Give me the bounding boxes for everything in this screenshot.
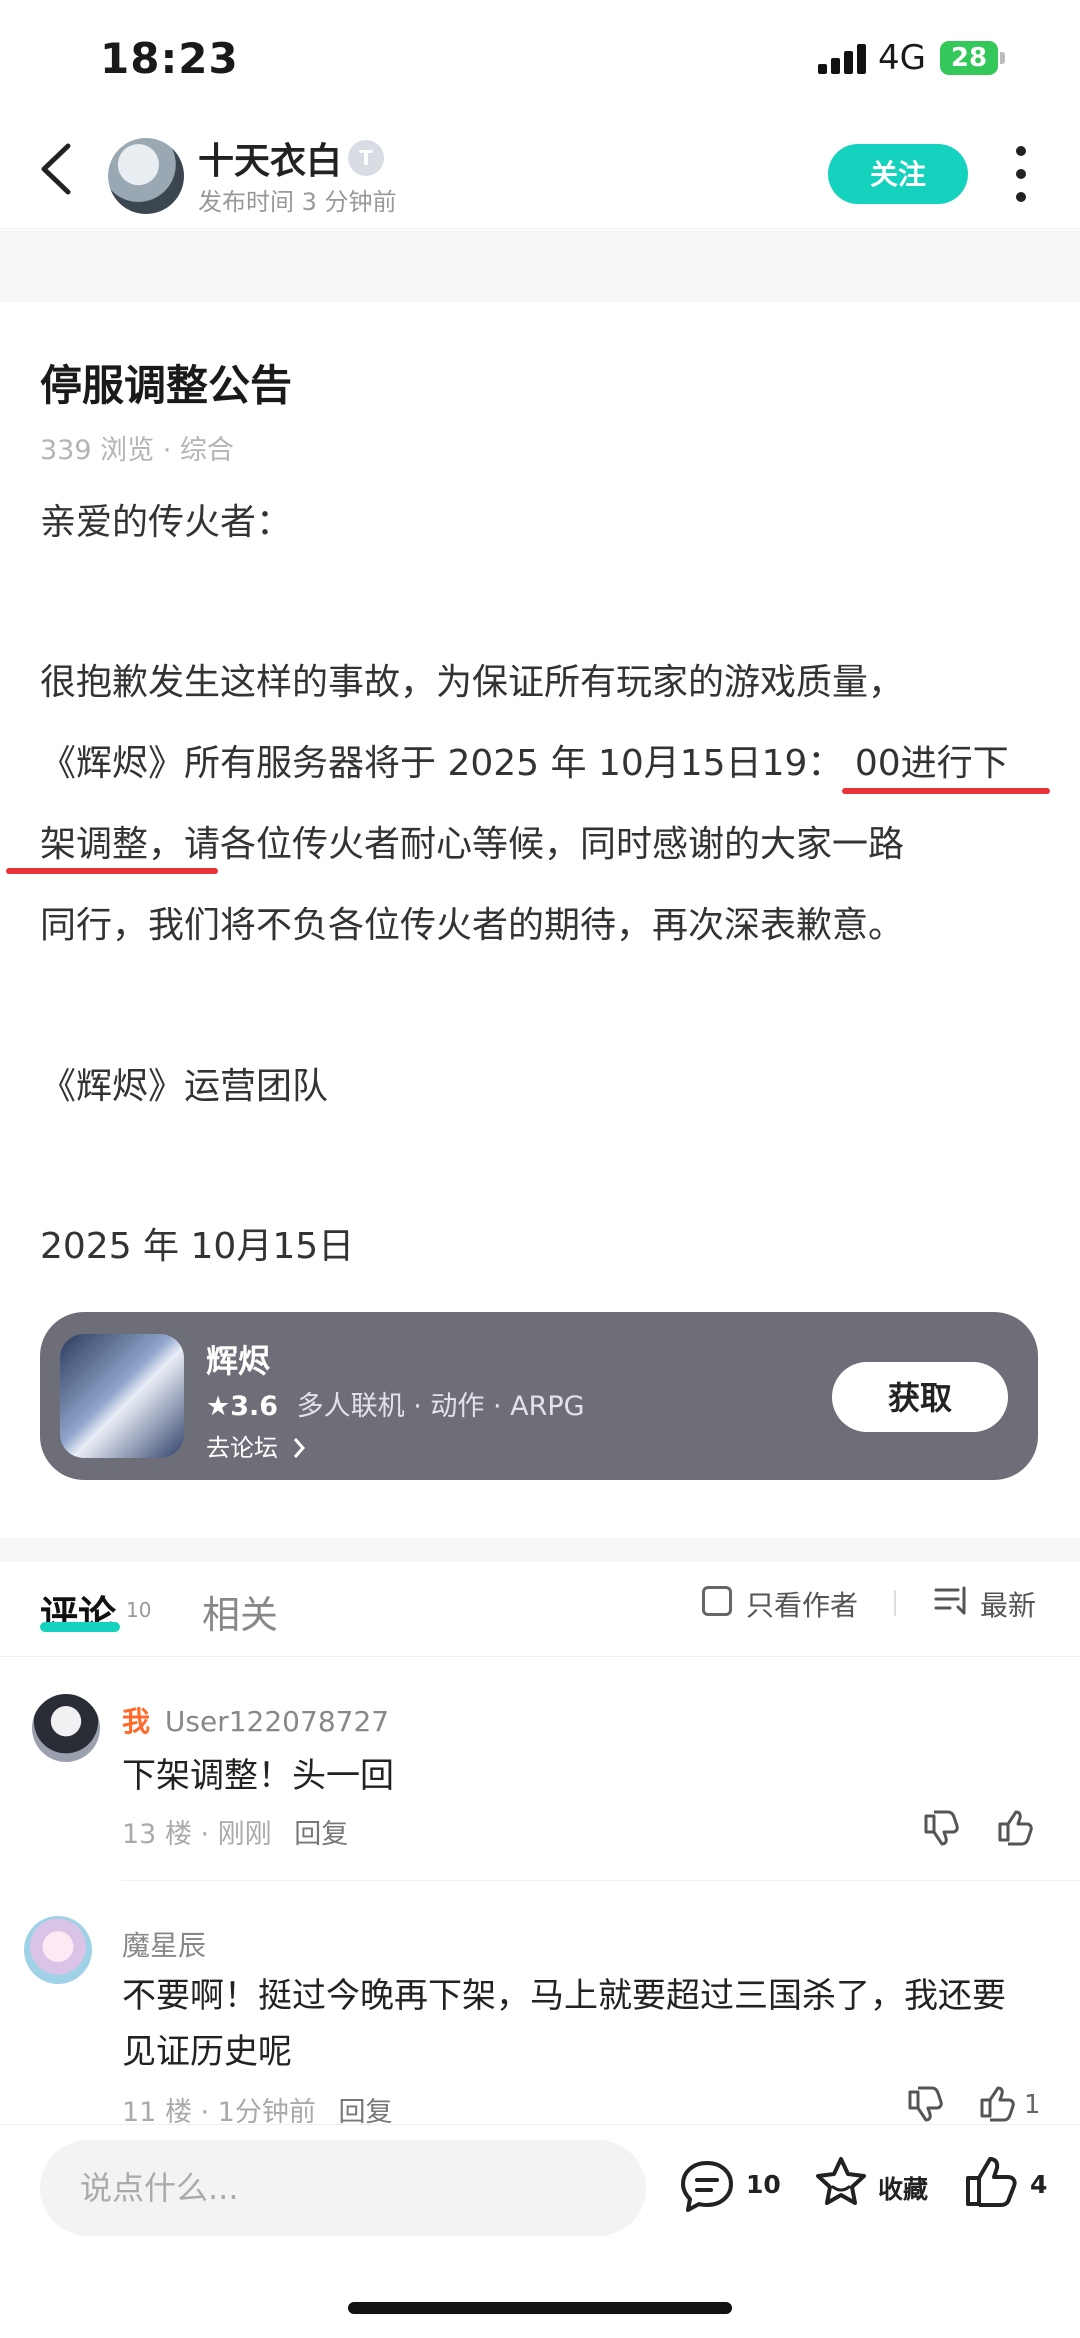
author-only-checkbox[interactable] (702, 1586, 732, 1616)
article-signature: 《辉烬》运营团队 (40, 1066, 329, 1107)
section-gap (0, 230, 1080, 302)
article-greeting: 亲爱的传火者： (40, 502, 293, 543)
signal-icon (818, 44, 868, 74)
like-count: 1 (1024, 2090, 1041, 2120)
comment-floor-time: 13 楼 · 刚刚 (122, 1819, 272, 1850)
comment-text: 下架调整！头一回 (122, 1756, 394, 1796)
like-thumb-icon[interactable] (962, 2152, 1020, 2210)
divider (894, 1590, 896, 1616)
commenter-name[interactable]: 我 User122078727 (122, 1700, 389, 1740)
commenter-name[interactable]: 魔星辰 (122, 1924, 206, 1964)
comment-count: 10 (746, 2170, 781, 2199)
red-underline-mark (6, 868, 218, 874)
article-date: 2025 年 10月15日 (40, 1226, 355, 1267)
game-tags: 多人联机 · 动作 · ARPG (296, 1391, 585, 1422)
game-name: 辉烬 (206, 1342, 271, 1380)
back-arrow-icon[interactable] (38, 142, 74, 196)
tab-related[interactable]: 相关 (202, 1584, 278, 1639)
forum-link[interactable]: 去论坛 (206, 1428, 306, 1463)
comment-icon[interactable] (678, 2158, 736, 2216)
commenter-avatar[interactable] (32, 1694, 100, 1762)
comment-text: 见证历史呢 (122, 2032, 292, 2072)
battery-cap (1000, 52, 1005, 64)
author-avatar[interactable] (108, 138, 184, 214)
level-badge-icon: T (348, 140, 384, 176)
favorite-label[interactable]: 收藏 (878, 2170, 928, 2206)
article-meta: 339 浏览 · 综合 (40, 435, 234, 466)
game-icon[interactable] (60, 1334, 184, 1458)
network-type: 4G (878, 38, 926, 78)
get-game-button[interactable]: 获取 (832, 1362, 1008, 1432)
favorite-star-icon[interactable] (812, 2154, 870, 2212)
commenter-avatar[interactable] (24, 1916, 92, 1984)
reply-button[interactable]: 回复 (294, 1819, 348, 1850)
dislike-icon[interactable] (920, 1810, 960, 1850)
commenter-username: User122078727 (164, 1705, 390, 1738)
sort-icon[interactable] (934, 1586, 968, 1616)
game-rating-tags: ★3.6 多人联机 · 动作 · ARPG (206, 1384, 585, 1423)
me-tag: 我 (122, 1705, 151, 1738)
post-time: 发布时间 3 分钟前 (198, 188, 397, 216)
author-only-label[interactable]: 只看作者 (746, 1584, 858, 1624)
status-time: 18:23 (100, 34, 239, 83)
author-name[interactable]: 十天衣白 (198, 132, 342, 184)
divider (122, 1880, 1080, 1881)
tab-comments-count: 10 (126, 1598, 152, 1622)
comment-text: 不要啊！挺过今晚再下架，马上就要超过三国杀了，我还要 (122, 1976, 1006, 2016)
follow-button[interactable]: 关注 (828, 144, 968, 204)
comment-meta: 13 楼 · 刚刚 回复 (122, 1812, 348, 1851)
comment-input[interactable] (40, 2140, 646, 2236)
dislike-icon[interactable] (904, 2086, 944, 2126)
battery-icon: 28 (940, 41, 998, 75)
game-rating: ★3.6 (206, 1391, 279, 1422)
article-title: 停服调整公告 (40, 361, 293, 410)
active-tab-indicator (40, 1622, 120, 1632)
sort-label[interactable]: 最新 (980, 1584, 1036, 1624)
article-body-line: 很抱歉发生这样的事故，为保证所有玩家的游戏质量， (40, 662, 905, 703)
forum-link-label: 去论坛 (206, 1434, 278, 1462)
header-divider (0, 228, 1080, 229)
red-underline-mark (842, 788, 1050, 794)
home-indicator[interactable] (348, 2302, 732, 2314)
like-icon[interactable] (994, 1806, 1034, 1846)
section-gap (0, 1538, 1080, 1562)
divider (0, 1656, 1080, 1657)
like-icon[interactable] (976, 2082, 1016, 2122)
chevron-right-icon (293, 1438, 305, 1458)
more-menu-icon[interactable] (1016, 146, 1028, 202)
article-body-line: 同行，我们将不负各位传火者的期待，再次深表歉意。 (40, 905, 905, 946)
like-total: 4 (1030, 2170, 1048, 2199)
